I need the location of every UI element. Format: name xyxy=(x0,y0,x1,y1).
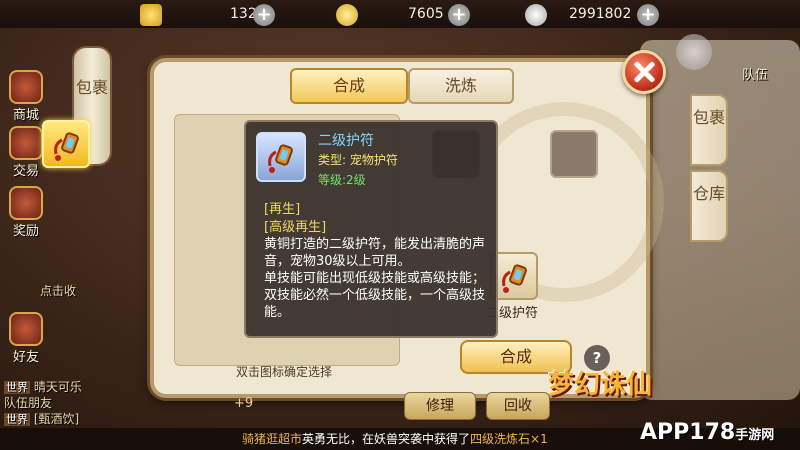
tooltip-item-slot xyxy=(256,132,306,182)
chat-line: 世界 晴天可乐 xyxy=(4,378,82,395)
message-item: 四级洗炼石×1 xyxy=(470,432,548,446)
sidebar-item-reward[interactable]: 奖励 xyxy=(0,186,52,239)
tab-compose[interactable]: 合成 xyxy=(290,68,408,104)
sidebar-item-shop[interactable]: 商城 xyxy=(0,70,52,123)
site-watermark: APP178手游网 xyxy=(640,420,774,445)
tab-warehouse[interactable]: 仓库 xyxy=(690,170,728,242)
tab-bag[interactable]: 包裹 xyxy=(690,94,728,166)
site-name: APP178 xyxy=(640,420,736,445)
tooltip-skill: [高级再生] xyxy=(264,220,327,235)
close-icon[interactable] xyxy=(622,50,666,94)
back-window-close-icon xyxy=(676,34,712,70)
amulet-icon xyxy=(54,132,79,161)
sidebar-item-label: 好友 xyxy=(12,350,39,365)
chat-text: 晴天可乐 xyxy=(33,380,82,394)
game-logo: 梦幻诛仙 xyxy=(548,370,653,400)
item-tooltip: 二级护符 类型: 宠物护符 等级:2级 [再生] [高级再生] 黄铜打造的二级护… xyxy=(244,120,498,338)
chat-channel: 世界 xyxy=(4,381,30,394)
amulet-icon xyxy=(502,264,527,293)
friends-icon xyxy=(9,312,43,346)
selection-hint: 双击图标确定选择 xyxy=(236,365,333,379)
resource-silver-coin: 2991802 + xyxy=(525,4,715,26)
tooltip-type: 类型: 宠物护符 xyxy=(318,153,398,167)
chat-line: 世界 [甄酒饮] xyxy=(4,410,79,427)
add-gold-coin-button[interactable]: + xyxy=(448,4,470,26)
tooltip-desc-line: 黄铜打造的二级护符，能发出清脆的声音，宠物30级以上可用。 xyxy=(264,237,486,269)
resource-gold-coin: 7605 + xyxy=(336,4,506,26)
repair-button[interactable]: 修理 xyxy=(404,392,476,420)
amulet-icon xyxy=(268,144,293,173)
lantern-label: 包裹 xyxy=(75,78,108,97)
tooltip-title: 二级护符 xyxy=(318,133,374,149)
tab-refine[interactable]: 洗炼 xyxy=(408,68,514,104)
resource-gold-ingot: 132 + xyxy=(140,4,280,26)
material-slot[interactable] xyxy=(550,130,598,178)
enhance-badge: +9 xyxy=(234,396,254,411)
shop-icon xyxy=(9,70,43,104)
message-text: 英勇无比，在妖兽突袭中获得了 xyxy=(302,432,471,446)
tab-bag-label: 包裹 xyxy=(692,108,725,127)
tab-warehouse-label: 仓库 xyxy=(692,184,725,203)
gold-coin-value: 7605 xyxy=(408,6,444,22)
tooltip-level: 等级:2级 xyxy=(318,173,366,187)
silver-coin-icon xyxy=(525,4,547,26)
reward-icon xyxy=(9,186,43,220)
system-message: 骑猪逛超市英勇无比，在妖兽突袭中获得了四级洗炼石×1 xyxy=(242,430,548,447)
chat-line: 队伍朋友 xyxy=(4,394,52,411)
chat-text: [甄酒饮] xyxy=(33,412,80,426)
gold-coin-icon xyxy=(336,4,358,26)
sidebar-item-label: 奖励 xyxy=(12,224,39,239)
chat-channel: 世界 xyxy=(4,413,30,426)
add-gold-ingot-button[interactable]: + xyxy=(253,4,275,26)
chat-text: 队伍朋友 xyxy=(4,396,53,410)
tooltip-skill: [再生] xyxy=(264,202,301,217)
silver-coin-value: 2991802 xyxy=(569,6,632,22)
site-subname: 手游网 xyxy=(735,428,775,443)
sidebar-item-friends[interactable]: 好友 xyxy=(0,312,52,365)
team-label[interactable]: 队伍 xyxy=(742,64,768,83)
collect-hint[interactable]: 点击收 xyxy=(40,282,76,299)
tooltip-desc-line: 单技能可能出现低级技能或高级技能；双技能必然一个低级技能，一个高级技能。 xyxy=(264,271,486,320)
sidebar-item-label: 交易 xyxy=(12,164,39,179)
recycle-button[interactable]: 回收 xyxy=(486,392,550,420)
message-player: 骑猪逛超市 xyxy=(242,432,303,446)
gold-ingot-icon xyxy=(140,4,162,26)
sidebar-item-label: 商城 xyxy=(12,108,39,123)
selected-item-slot[interactable] xyxy=(42,120,90,168)
tooltip-description: 黄铜打造的二级护符，能发出清脆的声音，宠物30级以上可用。 单技能可能出现低级技… xyxy=(264,236,492,321)
trade-icon xyxy=(9,126,43,160)
add-silver-coin-button[interactable]: + xyxy=(637,4,659,26)
